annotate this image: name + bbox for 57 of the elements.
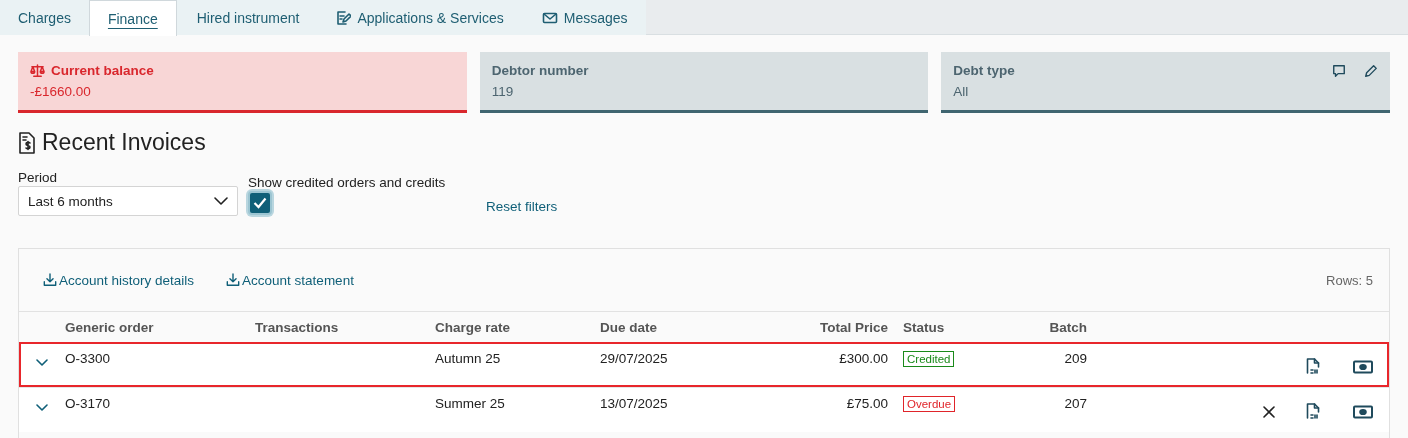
banknote-icon[interactable] — [1353, 405, 1373, 419]
period-dropdown[interactable]: Last 6 months — [18, 186, 238, 216]
banknote-icon[interactable] — [1353, 360, 1373, 374]
checkbox[interactable] — [248, 191, 272, 215]
download-icon — [43, 273, 57, 287]
pdf-file-icon[interactable] — [1306, 358, 1320, 376]
invoice-icon — [18, 131, 36, 154]
download-link[interactable]: Account history details — [43, 272, 195, 288]
tab[interactable]: Applications & Services — [319, 0, 524, 35]
scales-icon — [30, 63, 45, 78]
column-header: Status — [902, 319, 946, 335]
reset-filters-link[interactable]: Reset filters — [486, 199, 558, 214]
download-icon — [226, 273, 241, 287]
check-icon — [253, 197, 267, 209]
card-label-text: Debt type — [953, 63, 1015, 78]
table-cell-text: O-3300 — [65, 350, 112, 368]
chevron-down-icon — [214, 196, 228, 206]
chevron-down-icon[interactable] — [36, 404, 48, 412]
table-cell-text: £75.00 — [845, 395, 888, 413]
tab[interactable]: Finance — [88, 0, 177, 36]
table-cell-text: 207 — [1063, 395, 1087, 413]
card-label-text: Debtor number — [491, 63, 589, 78]
table-cell-text: Summer 25 — [435, 395, 506, 413]
table-cell-text: 209 — [1063, 350, 1087, 368]
comment-icon[interactable] — [1332, 63, 1346, 78]
card-label-text: Current balance — [51, 63, 154, 78]
row-count: Rows: 5 — [1326, 272, 1373, 288]
status-badge: Credited — [903, 351, 955, 367]
close-icon[interactable] — [1263, 406, 1275, 418]
column-header: Charge rate — [435, 319, 512, 335]
field-label: Period — [18, 170, 59, 185]
card-value: -£1660.00 — [30, 84, 92, 99]
table-cell-text: O-3170 — [65, 395, 112, 413]
pdf-file-icon[interactable] — [1306, 403, 1320, 421]
table-cell-text: 13/07/2025 — [600, 395, 669, 413]
status-badge: Overdue — [903, 396, 956, 412]
table-cell-text: £300.00 — [838, 350, 888, 368]
table-row[interactable]: O-3170 Summer 25 13/07/2025 £75.00 Overdue 207 — [19, 387, 1389, 432]
table-cell-text: Autumn 25 — [435, 350, 502, 368]
section-title: Recent Invoices — [42, 129, 206, 156]
column-header: Generic order — [65, 319, 155, 335]
card-value: 119 — [491, 84, 515, 99]
download-link[interactable]: Account statement — [226, 272, 354, 288]
table-cell-text: 29/07/2025 — [600, 350, 669, 368]
column-header: Due date — [600, 319, 658, 335]
column-header: Transactions — [255, 319, 340, 335]
card-value: All — [953, 84, 970, 99]
column-header: Total Price — [818, 319, 888, 335]
edit-icon[interactable] — [1364, 63, 1378, 78]
checkbox-label: Show credited orders and credits — [248, 175, 447, 190]
column-header: Batch — [1048, 319, 1087, 335]
tab[interactable]: Hired instrument — [176, 0, 320, 35]
form-edit-icon — [335, 9, 352, 26]
tab[interactable]: Messages — [523, 0, 646, 35]
chevron-down-icon[interactable] — [36, 359, 48, 367]
tab[interactable]: Charges — [0, 0, 89, 35]
selected-row[interactable]: O-3300 Autumn 25 29/07/2025 £300.00 Credited 209 — [19, 342, 1389, 387]
